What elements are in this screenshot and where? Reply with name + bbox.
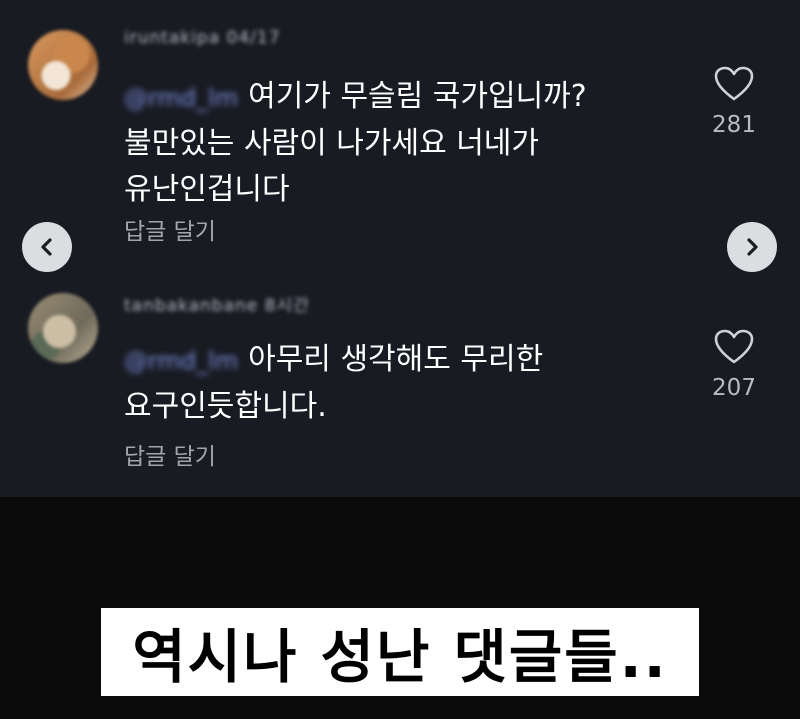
previous-button[interactable] (22, 222, 72, 272)
like-count: 207 (712, 375, 756, 401)
comment-text: @rmd_lm 여기가 무슬림 국가입니까? 불만있는 사람이 나가세요 너네가 … (124, 74, 664, 213)
comment-line: 불만있는 사람이 나가세요 너네가 (124, 126, 540, 161)
next-button[interactable] (727, 222, 777, 272)
heart-icon[interactable] (714, 66, 754, 102)
mention-link[interactable]: @rmd_lm (124, 75, 238, 121)
comment-line: 요구인듯합니다. (124, 389, 327, 424)
chevron-left-icon (41, 238, 52, 256)
comment-line: 아무리 생각해도 무리한 (248, 342, 544, 377)
comment-text: @rmd_lm 아무리 생각해도 무리한 요구인듯합니다. (124, 337, 664, 430)
comment-line: 유난인겁니다 (124, 172, 290, 207)
like-button[interactable]: 207 (702, 329, 766, 401)
caption-text: 역시나 성난 댓글들.. (132, 623, 668, 691)
comment-username[interactable]: tanbakanbane 8시간 (124, 291, 310, 316)
comment-line: 여기가 무슬림 국가입니까? (248, 79, 587, 114)
chevron-right-icon (747, 238, 758, 256)
reply-button[interactable]: 답글 달기 (124, 212, 216, 246)
avatar[interactable] (28, 293, 98, 363)
reply-button[interactable]: 답글 달기 (124, 437, 216, 471)
caption-box: 역시나 성난 댓글들.. (101, 608, 699, 696)
comments-panel: iruntakipa 04/17 @rmd_lm 여기가 무슬림 국가입니까? 불… (0, 0, 800, 497)
avatar[interactable] (28, 30, 98, 100)
like-count: 281 (712, 112, 756, 138)
comment-username[interactable]: iruntakipa 04/17 (124, 28, 281, 48)
mention-link[interactable]: @rmd_lm (124, 338, 238, 384)
like-button[interactable]: 281 (702, 66, 766, 138)
heart-icon[interactable] (714, 329, 754, 365)
